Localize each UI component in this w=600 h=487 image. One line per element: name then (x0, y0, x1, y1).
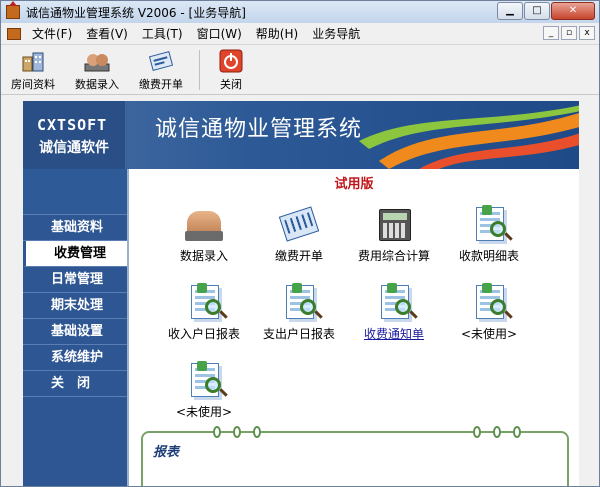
power-icon (218, 49, 244, 73)
toolbar-payment-label: 缴费开单 (139, 78, 183, 91)
window-title: 诚信通物业管理系统 V2006 - [业务导航] (26, 5, 246, 20)
window-controls: ▁ □ ✕ (496, 2, 595, 20)
binder-ring (233, 426, 241, 438)
sidebar-item-period-end[interactable]: 期末处理 (23, 293, 127, 319)
sidebar-item-basic-settings[interactable]: 基础设置 (23, 319, 127, 345)
report-icon (278, 283, 320, 323)
tile-label: 收入户日报表 (167, 327, 240, 341)
toolbar-close-button[interactable]: 关闭 (206, 45, 256, 95)
tile-label: 费用综合计算 (357, 249, 430, 263)
tile-income-daily-report[interactable]: 收入户日报表 (159, 283, 249, 342)
tile-payment-billing[interactable]: 缴费开单 (254, 205, 344, 264)
tile-fee-calculation[interactable]: 费用综合计算 (349, 205, 439, 264)
brand-block (23, 101, 125, 169)
sidebar-item-system-maintenance[interactable]: 系统维护 (23, 345, 127, 371)
tile-fee-notice[interactable]: 收费通知单 (349, 283, 439, 342)
report-icon (468, 205, 510, 245)
banner-swoosh-graphic (359, 105, 579, 169)
typing-hands-icon (183, 205, 225, 245)
mdi-document-icon[interactable] (7, 27, 21, 40)
toolbar-room-info-button[interactable]: 房间资料 (1, 45, 65, 95)
banner: CXTSOFT 诚信通软件 诚信通物业管理系统 (23, 101, 579, 169)
business-nav-panel: CXTSOFT 诚信通软件 诚信通物业管理系统 基础资料 收费管理 日常管理 期… (23, 101, 579, 486)
tile-label: <未使用> (175, 405, 233, 419)
binder-ring (473, 426, 481, 438)
sidebar-item-fee-management[interactable]: 收费管理 (23, 241, 127, 267)
sidebar-item-daily-management[interactable]: 日常管理 (23, 267, 127, 293)
banner-title: 诚信通物业管理系统 (155, 117, 363, 142)
report-icon (183, 361, 225, 401)
main-area: 试用版 数据录入 缴费开单 费用综合计算 收款明细表 收入户日报表 支出户日报表… (127, 169, 579, 486)
report-section-title: 报表 (153, 445, 180, 460)
trial-label: 试用版 (334, 177, 374, 192)
toolbar-payment-button[interactable]: 缴费开单 (129, 45, 193, 95)
menu-tools[interactable]: 工具(T) (135, 24, 190, 44)
report-section: 报表 (141, 426, 569, 486)
toolbar-close-label: 关闭 (220, 78, 242, 91)
typing-hands-icon (84, 49, 110, 73)
menu-business-nav[interactable]: 业务导航 (305, 24, 367, 44)
tile-label: <未使用> (460, 327, 518, 341)
title-bar[interactable]: 诚信通物业管理系统 V2006 - [业务导航] ▁ □ ✕ (1, 1, 599, 23)
toolbar-room-info-label: 房间资料 (11, 78, 55, 91)
sidebar-item-close[interactable]: 关 闭 (23, 371, 127, 397)
tile-data-entry[interactable]: 数据录入 (159, 205, 249, 264)
tile-expense-daily-report[interactable]: 支出户日报表 (254, 283, 344, 342)
menu-bar: 文件(F) 查看(V) 工具(T) 窗口(W) 帮助(H) 业务导航 _ ▫ x (1, 23, 599, 45)
tile-label: 收费通知单 (363, 327, 424, 341)
mdi-controls: _ ▫ x (541, 26, 595, 40)
menu-file[interactable]: 文件(F) (25, 24, 79, 44)
sidebar-item-basic-data[interactable]: 基础资料 (23, 215, 127, 241)
binder-ring (513, 426, 521, 438)
tile-label: 缴费开单 (274, 249, 323, 263)
report-icon (373, 283, 415, 323)
toolbar: 房间资料 数据录入 缴费开单 关闭 (1, 45, 599, 95)
mdi-minimize-button[interactable]: _ (543, 26, 559, 40)
tile-unused-1[interactable]: <未使用> (444, 283, 534, 342)
brand-english: CXTSOFT (37, 116, 108, 134)
main-window: 诚信通物业管理系统 V2006 - [业务导航] ▁ □ ✕ 文件(F) 查看(… (0, 0, 600, 487)
tile-receipt-details[interactable]: 收款明细表 (444, 205, 534, 264)
report-icon (468, 283, 510, 323)
menu-window[interactable]: 窗口(W) (190, 24, 249, 44)
mdi-close-button[interactable]: x (579, 26, 595, 40)
binder-ring (253, 426, 261, 438)
sidebar-header (23, 169, 127, 215)
toolbar-data-entry-button[interactable]: 数据录入 (65, 45, 129, 95)
binder-ring (493, 426, 501, 438)
calculator-icon (373, 205, 415, 245)
maximize-button[interactable]: □ (524, 2, 550, 20)
report-icon (183, 283, 225, 323)
menu-view[interactable]: 查看(V) (79, 24, 135, 44)
tile-unused-2[interactable]: <未使用> (159, 361, 249, 420)
card-icon (278, 205, 320, 245)
toolbar-separator (199, 50, 200, 90)
minimize-button[interactable]: ▁ (497, 2, 523, 20)
sidebar: 基础资料 收费管理 日常管理 期末处理 基础设置 系统维护 关 闭 (23, 169, 127, 486)
tile-label: 收款明细表 (458, 249, 519, 263)
menu-help[interactable]: 帮助(H) (249, 24, 305, 44)
brand-chinese: 诚信通软件 (39, 140, 109, 156)
mdi-restore-button[interactable]: ▫ (561, 26, 577, 40)
binder-ring (213, 426, 221, 438)
building-icon (20, 49, 46, 73)
close-button[interactable]: ✕ (551, 2, 595, 20)
tile-label: 支出户日报表 (262, 327, 335, 341)
card-icon (148, 49, 174, 73)
app-house-icon[interactable] (6, 1, 20, 19)
toolbar-data-entry-label: 数据录入 (75, 78, 119, 91)
tile-label: 数据录入 (179, 249, 228, 263)
